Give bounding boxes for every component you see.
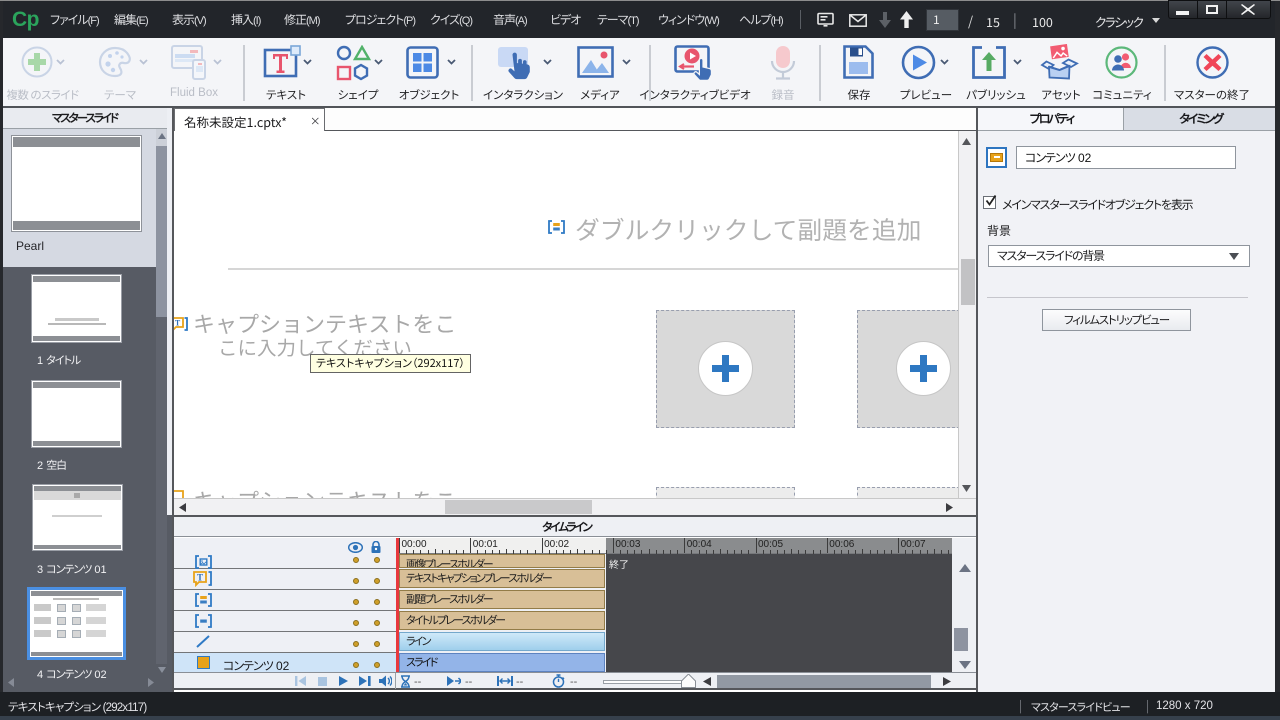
svg-text:T: T [175,319,181,328]
svg-text:T: T [197,573,203,583]
